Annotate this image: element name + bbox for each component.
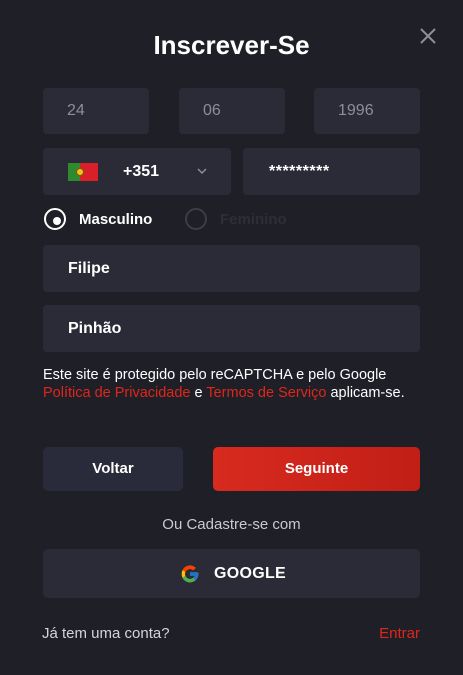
birth-year-field[interactable]: 1996: [314, 88, 420, 134]
radio-unselected-icon: [185, 208, 207, 230]
back-button[interactable]: Voltar: [43, 447, 183, 491]
google-g-icon: [181, 565, 199, 583]
birth-day-field[interactable]: 24: [43, 88, 149, 134]
have-account-text: Já tem uma conta?: [42, 625, 170, 642]
signup-modal: Inscrever-Se 24 06 1996 +351 ********* M…: [0, 0, 463, 675]
privacy-policy-link[interactable]: Política de Privacidade: [43, 385, 191, 401]
password-field[interactable]: *********: [243, 148, 420, 195]
first-name-field[interactable]: Filipe: [43, 245, 420, 292]
modal-title: Inscrever-Se: [153, 30, 310, 60]
radio-selected-icon: [44, 208, 66, 230]
portugal-flag-icon: [68, 163, 98, 181]
gender-label-male: Masculino: [79, 211, 153, 228]
last-name-field[interactable]: Pinhão: [43, 305, 420, 352]
next-button[interactable]: Seguinte: [213, 447, 420, 491]
terms-of-service-link[interactable]: Termos de Serviço: [206, 385, 326, 401]
dial-code: +351: [123, 163, 160, 180]
google-button-label: GOOGLE: [214, 565, 287, 582]
or-signup-with-label: Ou Cadastre-se com: [162, 516, 301, 533]
birth-month-field[interactable]: 06: [179, 88, 285, 134]
country-code-select[interactable]: +351: [43, 148, 231, 195]
gender-label-female: Feminino: [220, 211, 287, 228]
gender-radio-male[interactable]: Masculino: [44, 208, 164, 234]
legal-text-end: aplicam-se.: [326, 385, 405, 401]
google-signup-button[interactable]: GOOGLE: [43, 549, 420, 598]
recaptcha-notice: Este site é protegido pelo reCAPTCHA e p…: [43, 366, 420, 402]
chevron-down-icon: [197, 168, 207, 175]
login-link[interactable]: Entrar: [379, 625, 420, 642]
legal-text-and: e: [190, 385, 207, 401]
gender-radio-female[interactable]: Feminino: [185, 208, 295, 234]
legal-text-start: Este site é protegido pelo reCAPTCHA e p…: [43, 367, 387, 383]
